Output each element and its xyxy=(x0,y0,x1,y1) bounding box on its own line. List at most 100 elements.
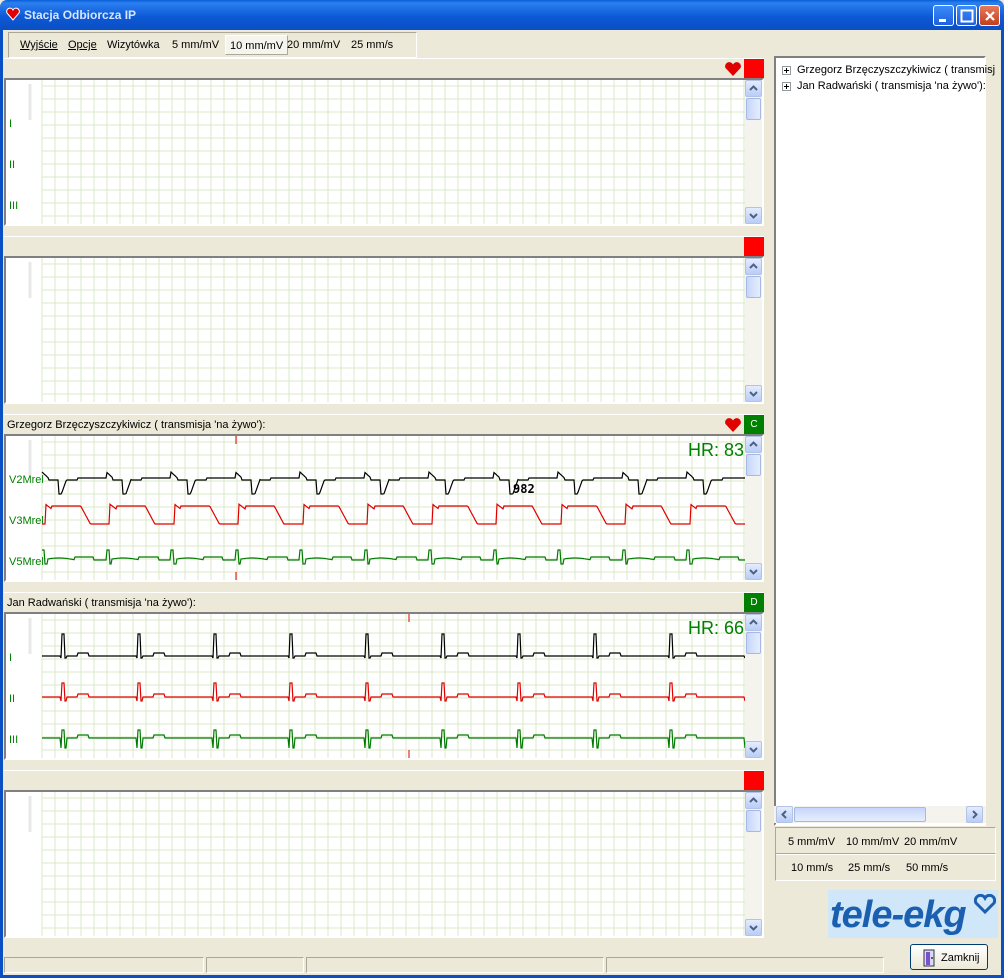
panel-header: Grzegorz Brzęczyszczykiwicz ( transmisja… xyxy=(4,414,764,435)
vertical-scrollbar[interactable] xyxy=(745,614,762,758)
heart-rate-readout: HR: 83 xyxy=(687,440,744,460)
lead-label: II xyxy=(9,159,16,171)
panel-header: Jan Radwański ( transmisja 'na żywo'): D xyxy=(4,592,764,613)
tree-item-patient-2[interactable]: Jan Radwański ( transmisja 'na żywo'): xyxy=(782,80,986,92)
menu-opcje[interactable]: Opcje xyxy=(68,39,97,51)
toolbar: Wyjście Opcje Wizytówka 5 mm/mV 10 mm/mV… xyxy=(8,32,417,58)
scroll-thumb[interactable] xyxy=(794,807,926,822)
grid-lines xyxy=(41,258,746,402)
gain-20-button[interactable]: 20 mm/mV xyxy=(904,836,957,848)
status-cell xyxy=(206,957,304,973)
scroll-thumb[interactable] xyxy=(746,810,761,832)
tree-item-patient-1[interactable]: Grzegorz Brzęczyszczykiwicz ( transmisj xyxy=(782,64,995,76)
panel-header xyxy=(4,770,764,791)
scroll-down-button[interactable] xyxy=(745,919,762,936)
gain-20-button[interactable]: 20 mm/mV xyxy=(287,39,340,51)
logo-text: tele-ekg xyxy=(830,894,967,936)
menu-wyjscie[interactable]: Wyjście xyxy=(20,39,58,51)
lead-label: I xyxy=(9,118,13,130)
close-window-button[interactable] xyxy=(979,5,1000,26)
zamknij-label: Zamknij xyxy=(941,952,980,964)
status-cell xyxy=(4,957,204,973)
vertical-scrollbar[interactable] xyxy=(745,436,762,580)
status-indicator: D xyxy=(744,593,764,613)
speed-10-button[interactable]: 10 mm/s xyxy=(791,862,833,874)
minimize-button[interactable] xyxy=(933,5,954,26)
tree-item-label: Grzegorz Brzęczyszczykiwicz ( transmisj xyxy=(797,64,996,76)
gain-10-button[interactable]: 10 mm/mV xyxy=(225,35,289,55)
ecg-display: I II III HR: 66 xyxy=(4,612,764,760)
scroll-thumb[interactable] xyxy=(746,454,761,476)
maximize-button[interactable] xyxy=(956,5,977,26)
ecg-display: I II III xyxy=(4,78,764,226)
scroll-down-button[interactable] xyxy=(745,385,762,402)
vertical-scrollbar[interactable] xyxy=(745,792,762,936)
status-indicator xyxy=(744,771,764,791)
heart-icon xyxy=(6,7,20,21)
status-indicator xyxy=(744,59,764,79)
speed-toolbar: 10 mm/s 25 mm/s 50 mm/s xyxy=(775,853,996,881)
lead-label: V2Mrel xyxy=(9,474,44,486)
ecg-display xyxy=(4,790,764,938)
scroll-down-button[interactable] xyxy=(745,741,762,758)
lead-label: I xyxy=(9,652,13,664)
gain-5-button[interactable]: 5 mm/mV xyxy=(172,39,219,51)
heart-rate-readout: HR: 66 xyxy=(687,618,744,638)
ecg-grid xyxy=(28,792,746,936)
window-title: Stacja Odbiorcza IP xyxy=(24,8,137,22)
status-cell xyxy=(606,957,884,973)
scroll-up-button[interactable] xyxy=(745,436,762,453)
scroll-up-button[interactable] xyxy=(745,614,762,631)
horizontal-scrollbar[interactable] xyxy=(774,806,986,823)
speed-25-button[interactable]: 25 mm/s xyxy=(351,39,393,51)
status-bar xyxy=(4,957,884,975)
scroll-left-button[interactable] xyxy=(776,806,793,823)
scroll-up-button[interactable] xyxy=(745,80,762,97)
vertical-scrollbar[interactable] xyxy=(745,80,762,224)
scroll-down-button[interactable] xyxy=(745,207,762,224)
heart-icon xyxy=(725,62,741,76)
grid-lines xyxy=(41,80,746,224)
zamknij-button[interactable]: Zamknij xyxy=(910,944,988,970)
scroll-down-button[interactable] xyxy=(745,563,762,580)
status-indicator xyxy=(744,237,764,257)
panel-header xyxy=(4,58,764,79)
lead-label: V5Mrel xyxy=(9,556,44,568)
tree-item-label: Jan Radwański ( transmisja 'na żywo'): xyxy=(797,80,986,92)
grid-lines xyxy=(41,792,746,936)
panel-header xyxy=(4,236,764,257)
lead-label: II xyxy=(9,693,16,705)
lead-label: III xyxy=(9,734,19,746)
ecg-display xyxy=(4,256,764,404)
menu-wizytowka[interactable]: Wizytówka xyxy=(107,39,160,51)
heart-icon xyxy=(725,418,741,432)
title-bar: Stacja Odbiorcza IP xyxy=(0,0,1004,30)
scroll-up-button[interactable] xyxy=(745,792,762,809)
ecg-grid xyxy=(28,80,746,224)
speed-25-button[interactable]: 25 mm/s xyxy=(848,862,890,874)
expand-icon[interactable] xyxy=(782,81,791,91)
gain-toolbar: 5 mm/mV 10 mm/mV 20 mm/mV xyxy=(775,827,996,855)
speed-50-button[interactable]: 50 mm/s xyxy=(906,862,948,874)
heart-icon xyxy=(974,894,996,914)
gain-10-button[interactable]: 10 mm/mV xyxy=(846,836,899,848)
status-cell xyxy=(306,957,604,973)
grid-lines xyxy=(41,614,746,758)
panel-title: Jan Radwański ( transmisja 'na żywo'): xyxy=(7,597,196,609)
rr-annotation: 982 xyxy=(513,482,535,496)
scroll-thumb[interactable] xyxy=(746,98,761,120)
scroll-right-button[interactable] xyxy=(966,806,983,823)
exit-door-icon xyxy=(923,949,935,967)
vertical-scrollbar[interactable] xyxy=(745,258,762,402)
status-indicator: C xyxy=(744,415,764,435)
lead-label: V3Mrel xyxy=(9,515,44,527)
scroll-up-button[interactable] xyxy=(745,258,762,275)
expand-icon[interactable] xyxy=(782,65,791,75)
patient-tree: Grzegorz Brzęczyszczykiwicz ( transmisj … xyxy=(774,56,995,826)
panel-title: Grzegorz Brzęczyszczykiwicz ( transmisja… xyxy=(7,419,266,431)
scroll-thumb[interactable] xyxy=(746,632,761,654)
ecg-trace xyxy=(28,614,746,758)
gain-5-button[interactable]: 5 mm/mV xyxy=(788,836,835,848)
scroll-thumb[interactable] xyxy=(746,276,761,298)
ecg-display: V2Mrel V3Mrel V5Mrel HR: 83 982 xyxy=(4,434,764,582)
